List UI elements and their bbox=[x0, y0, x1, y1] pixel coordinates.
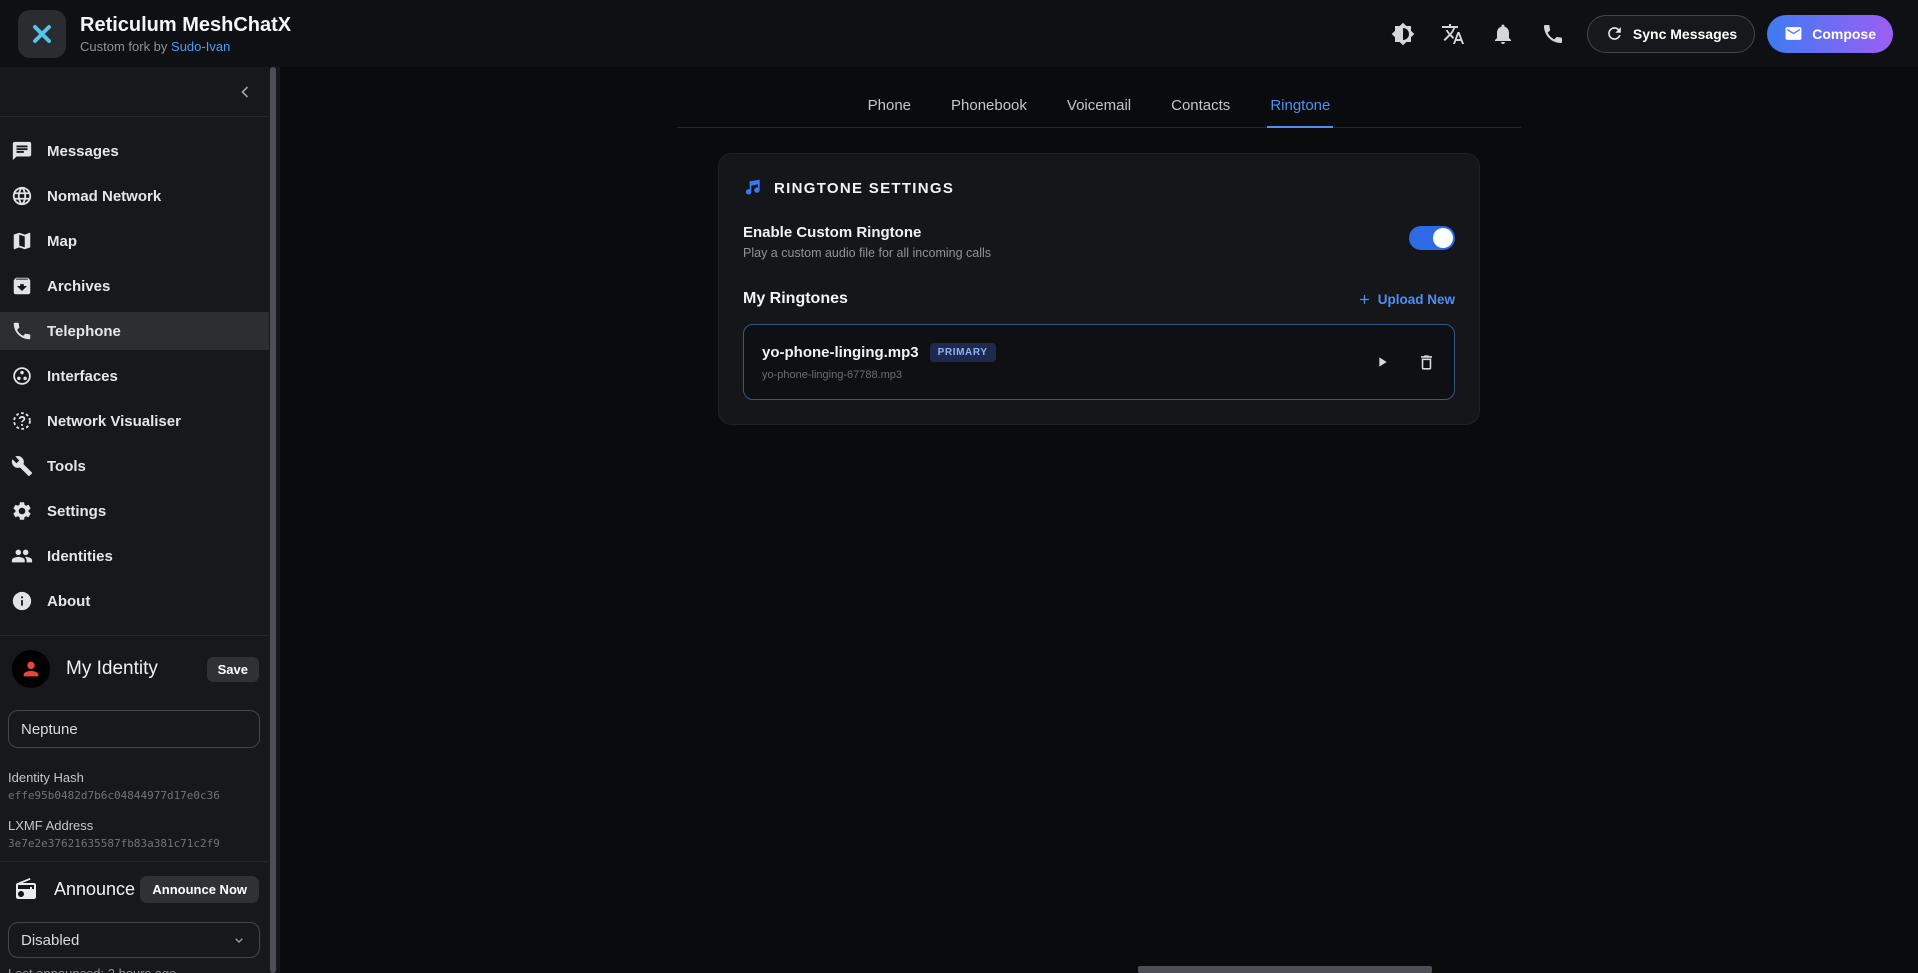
notifications-bell-icon[interactable] bbox=[1491, 22, 1515, 46]
sidebar-item-identities[interactable]: Identities bbox=[0, 537, 269, 575]
toggle-knob bbox=[1433, 228, 1453, 248]
phone-call-icon[interactable] bbox=[1541, 22, 1565, 46]
tab-phone[interactable]: Phone bbox=[865, 87, 914, 127]
my-ringtones-title: My Ringtones bbox=[743, 290, 848, 308]
identity-meta: Identity Hash effe95b0482d7b6c04844977d1… bbox=[8, 770, 260, 866]
app-logo bbox=[18, 10, 66, 58]
app-title: Reticulum MeshChatX bbox=[80, 13, 291, 37]
fork-author-link[interactable]: Sudo-Ivan bbox=[171, 39, 230, 54]
trash-icon bbox=[1417, 353, 1436, 372]
enable-custom-ringtone-desc: Play a custom audio file for all incomin… bbox=[743, 246, 991, 260]
person-icon bbox=[20, 658, 42, 680]
identity-hash-value: effe95b0482d7b6c04844977d17e0c36 bbox=[8, 789, 260, 802]
sidebar-item-about[interactable]: About bbox=[0, 582, 269, 620]
enable-custom-ringtone-label: Enable Custom Ringtone bbox=[743, 224, 991, 241]
sidebar-collapse-button[interactable] bbox=[232, 79, 258, 105]
telephone-tabs: Phone Phonebook Voicemail Contacts Ringt… bbox=[677, 87, 1521, 128]
sync-messages-button[interactable]: Sync Messages bbox=[1587, 15, 1755, 53]
theme-toggle-icon[interactable] bbox=[1391, 22, 1415, 46]
main-content: Phone Phonebook Voicemail Contacts Ringt… bbox=[280, 67, 1918, 973]
sidebar-item-archives[interactable]: Archives bbox=[0, 267, 269, 305]
chevron-down-icon bbox=[231, 932, 247, 948]
play-ringtone-button[interactable] bbox=[1374, 354, 1390, 370]
sync-refresh-icon bbox=[1605, 24, 1624, 43]
divider bbox=[0, 635, 269, 636]
sidebar-nav: Messages Nomad Network Map Archives Tele… bbox=[0, 132, 269, 627]
map-icon bbox=[11, 230, 33, 252]
chevron-left-icon bbox=[235, 82, 255, 102]
compose-button[interactable]: Compose bbox=[1767, 15, 1893, 53]
chat-bubble-icon bbox=[11, 140, 33, 162]
sidebar-item-tools[interactable]: Tools bbox=[0, 447, 269, 485]
sidebar-item-interfaces[interactable]: Interfaces bbox=[0, 357, 269, 395]
sidebar-item-telephone[interactable]: Telephone bbox=[0, 312, 269, 350]
music-note-icon bbox=[743, 178, 763, 198]
ringtone-name: yo-phone-linging.mp3 bbox=[762, 344, 919, 361]
phone-icon bbox=[11, 320, 33, 342]
play-icon bbox=[1374, 354, 1390, 370]
app-subtitle: Custom fork by Sudo-Ivan bbox=[80, 39, 291, 54]
sidebar-item-nomad-network[interactable]: Nomad Network bbox=[0, 177, 269, 215]
announce-title: Announce bbox=[54, 879, 135, 900]
tab-ringtone[interactable]: Ringtone bbox=[1267, 87, 1333, 128]
delete-ringtone-button[interactable] bbox=[1417, 353, 1436, 372]
horizontal-scrollbar[interactable] bbox=[1138, 966, 1432, 973]
divider bbox=[0, 861, 269, 862]
info-icon bbox=[11, 590, 33, 612]
announce-now-button[interactable]: Announce Now bbox=[140, 876, 259, 903]
archive-icon bbox=[11, 275, 33, 297]
x-logo-icon bbox=[28, 20, 56, 48]
ringtone-list-item[interactable]: yo-phone-linging.mp3 PRIMARY yo-phone-li… bbox=[743, 324, 1455, 400]
lxmf-address-label: LXMF Address bbox=[8, 818, 260, 833]
tab-phonebook[interactable]: Phonebook bbox=[948, 87, 1030, 127]
divider bbox=[0, 116, 269, 117]
upload-new-button[interactable]: Upload New bbox=[1357, 292, 1455, 307]
gear-icon bbox=[11, 500, 33, 522]
language-translate-icon[interactable] bbox=[1441, 22, 1465, 46]
save-identity-button[interactable]: Save bbox=[207, 657, 259, 682]
network-graph-icon bbox=[11, 410, 33, 432]
sidebar-scrollbar[interactable] bbox=[270, 67, 276, 973]
app-header: Reticulum MeshChatX Custom fork by Sudo-… bbox=[0, 0, 1918, 67]
sidebar-item-network-visualiser[interactable]: Network Visualiser bbox=[0, 402, 269, 440]
wrench-icon bbox=[11, 455, 33, 477]
people-icon bbox=[11, 545, 33, 567]
tab-contacts[interactable]: Contacts bbox=[1168, 87, 1233, 127]
ringtone-filename: yo-phone-linging-67788.mp3 bbox=[762, 369, 996, 381]
last-announced-text: Last announced: 2 hours ago bbox=[8, 966, 176, 973]
identity-avatar bbox=[12, 650, 50, 688]
sidebar-item-map[interactable]: Map bbox=[0, 222, 269, 260]
interfaces-icon bbox=[11, 365, 33, 387]
plus-icon bbox=[1357, 292, 1372, 307]
enable-custom-ringtone-toggle[interactable] bbox=[1409, 226, 1455, 250]
ringtone-settings-card: RINGTONE SETTINGS Enable Custom Ringtone… bbox=[718, 153, 1480, 425]
radio-icon bbox=[14, 877, 38, 901]
sidebar-item-messages[interactable]: Messages bbox=[0, 132, 269, 170]
announce-interval-select[interactable]: Disabled bbox=[8, 922, 260, 958]
identity-name-input[interactable] bbox=[8, 710, 260, 748]
globe-icon bbox=[11, 185, 33, 207]
primary-badge: PRIMARY bbox=[930, 343, 996, 362]
sidebar: Messages Nomad Network Map Archives Tele… bbox=[0, 67, 280, 973]
tab-voicemail[interactable]: Voicemail bbox=[1064, 87, 1134, 127]
section-title: RINGTONE SETTINGS bbox=[774, 180, 954, 197]
lxmf-address-value: 3e7e2e37621635587fb83a381c71c2f9 bbox=[8, 837, 260, 850]
identity-hash-label: Identity Hash bbox=[8, 770, 260, 785]
mail-icon bbox=[1784, 24, 1803, 43]
sidebar-item-settings[interactable]: Settings bbox=[0, 492, 269, 530]
my-identity-title: My Identity bbox=[66, 658, 158, 680]
